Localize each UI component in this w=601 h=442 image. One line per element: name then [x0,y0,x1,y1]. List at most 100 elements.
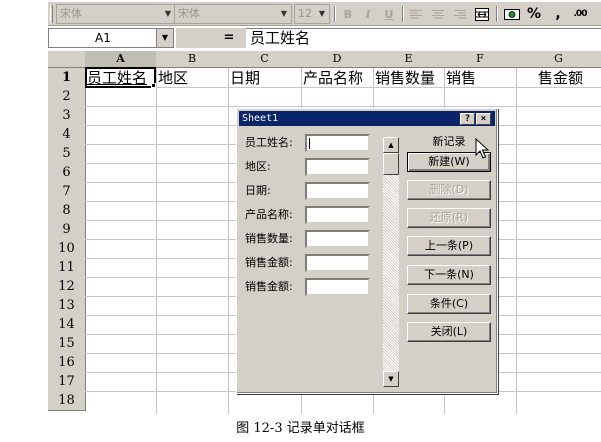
criteria-button[interactable]: 条件(C) [407,294,491,314]
field-label-sales-amount-2: 销售金额: [245,280,293,293]
sales-qty-input[interactable] [305,230,370,248]
help-button[interactable]: ? [460,113,475,125]
row-header[interactable]: 11 [48,258,86,278]
chevron-down-icon[interactable]: ▼ [163,5,173,23]
close-dialog-button[interactable]: 关闭(L) [407,322,491,342]
grid-line [85,106,601,107]
column-header-a[interactable]: A [85,51,157,68]
merge-center-icon [475,8,489,21]
figure-caption: 图 12-3 记录单对话框 [236,421,365,436]
column-header-c[interactable]: C [228,51,302,68]
date-input[interactable] [305,182,370,200]
next-record-button[interactable]: 下一条(N) [407,265,491,285]
chevron-down-icon[interactable]: ▼ [317,5,327,23]
font-name-combo-2[interactable]: 宋体 ▼ [174,4,292,24]
underline-button[interactable]: U [379,5,399,24]
cell-c1[interactable]: 日期 [228,68,303,87]
row-header[interactable]: 4 [48,125,86,145]
row-header[interactable]: 5 [48,144,86,164]
row-header[interactable]: 7 [48,182,86,202]
row-header[interactable]: 6 [48,163,86,183]
cell-e1[interactable]: 销售数量 [373,68,446,87]
record-scrollbar[interactable]: ▲ ▼ [383,137,399,387]
align-center-button[interactable] [428,5,448,24]
percent-style-button[interactable]: % [524,5,544,24]
toolbar-separator [496,6,498,22]
row-header[interactable]: 10 [48,239,86,259]
field-label-date: 日期: [245,184,271,197]
active-cell-border [85,67,156,88]
column-header-b[interactable]: B [156,51,229,68]
scroll-up-icon[interactable]: ▲ [383,137,399,153]
name-box-value: A1 [95,31,111,45]
sales-amount-input-2[interactable] [305,278,370,296]
column-header-e[interactable]: E [373,51,445,68]
row-header[interactable]: 14 [48,315,86,335]
mouse-pointer-icon [475,138,489,159]
text-caret [309,138,310,149]
row-header[interactable]: 12 [48,277,86,297]
cell-f1[interactable]: 销售 [444,68,518,87]
product-name-input[interactable] [305,206,370,224]
previous-record-button[interactable]: 上一条(P) [407,236,491,256]
close-button[interactable]: × [476,113,491,125]
formula-equals-sign[interactable]: = [222,28,236,48]
formula-bar-input[interactable]: 员工姓名 [246,28,601,48]
data-form-dialog: Sheet1 ? × 员工姓名: 地区: 日期: 产品名称: 销售数量: 销售金… [236,108,498,394]
row-header[interactable]: 3 [48,106,86,126]
employee-name-input[interactable] [305,134,370,152]
chevron-down-icon[interactable]: ▼ [279,5,289,23]
font-size-value: 12 [298,7,312,20]
field-label-sales-qty: 销售数量: [245,232,293,245]
name-box[interactable]: A1 ▼ [48,28,174,48]
row-header[interactable]: 9 [48,220,86,240]
cell-g1[interactable]: 售金额 [536,68,601,87]
scroll-down-icon[interactable]: ▼ [383,371,399,387]
increase-decimal-button[interactable]: .00 [570,5,590,24]
fill-handle[interactable] [151,83,156,88]
grid-line [156,68,157,414]
scroll-thumb[interactable] [383,153,399,175]
field-label-region: 地区: [245,160,271,173]
row-header[interactable]: 17 [48,372,86,392]
restore-button[interactable]: 还原(R) [407,208,491,228]
align-left-icon [410,10,422,19]
toolbar-grip[interactable] [50,5,53,23]
font-name-combo[interactable]: 宋体 ▼ [56,4,176,24]
row-header[interactable]: 13 [48,296,86,316]
field-label-sales-amount: 销售金额: [245,256,293,269]
align-right-icon [454,10,466,19]
currency-button[interactable] [502,5,522,24]
chevron-down-icon[interactable]: ▼ [156,29,173,47]
font-name-value-2: 宋体 [178,7,200,20]
column-header-g[interactable]: G [516,51,601,68]
select-all-corner[interactable] [48,51,86,68]
row-header[interactable]: 2 [48,87,86,107]
formatting-toolbar: 宋体 ▼ 宋体 ▼ 12 ▼ B I U % , .00 [48,2,601,26]
column-header-d[interactable]: D [301,51,374,68]
cell-d1[interactable]: 产品名称 [301,68,375,87]
row-header[interactable]: 8 [48,201,86,221]
align-left-button[interactable] [406,5,426,24]
row-header[interactable]: 1 [48,68,86,88]
currency-icon [504,9,520,20]
dialog-title-bar[interactable]: Sheet1 ? × [239,111,495,126]
sales-amount-input[interactable] [305,254,370,272]
row-header[interactable]: 15 [48,334,86,354]
field-label-product-name: 产品名称: [245,208,293,221]
italic-button[interactable]: I [358,5,378,24]
column-header-f[interactable]: F [444,51,517,68]
align-center-icon [432,10,444,19]
region-input[interactable] [305,158,370,176]
merge-center-button[interactable] [472,5,492,24]
row-header[interactable]: 16 [48,353,86,373]
font-size-combo[interactable]: 12 ▼ [294,4,330,24]
row-header[interactable]: 18 [48,391,86,411]
cell-b1[interactable]: 地区 [156,68,230,87]
toolbar-separator [334,6,336,22]
field-label-employee-name: 员工姓名: [245,136,293,149]
bold-button[interactable]: B [338,5,358,24]
delete-button[interactable]: 删除(D) [407,180,491,200]
comma-style-button[interactable]: , [548,5,568,24]
align-right-button[interactable] [450,5,470,24]
